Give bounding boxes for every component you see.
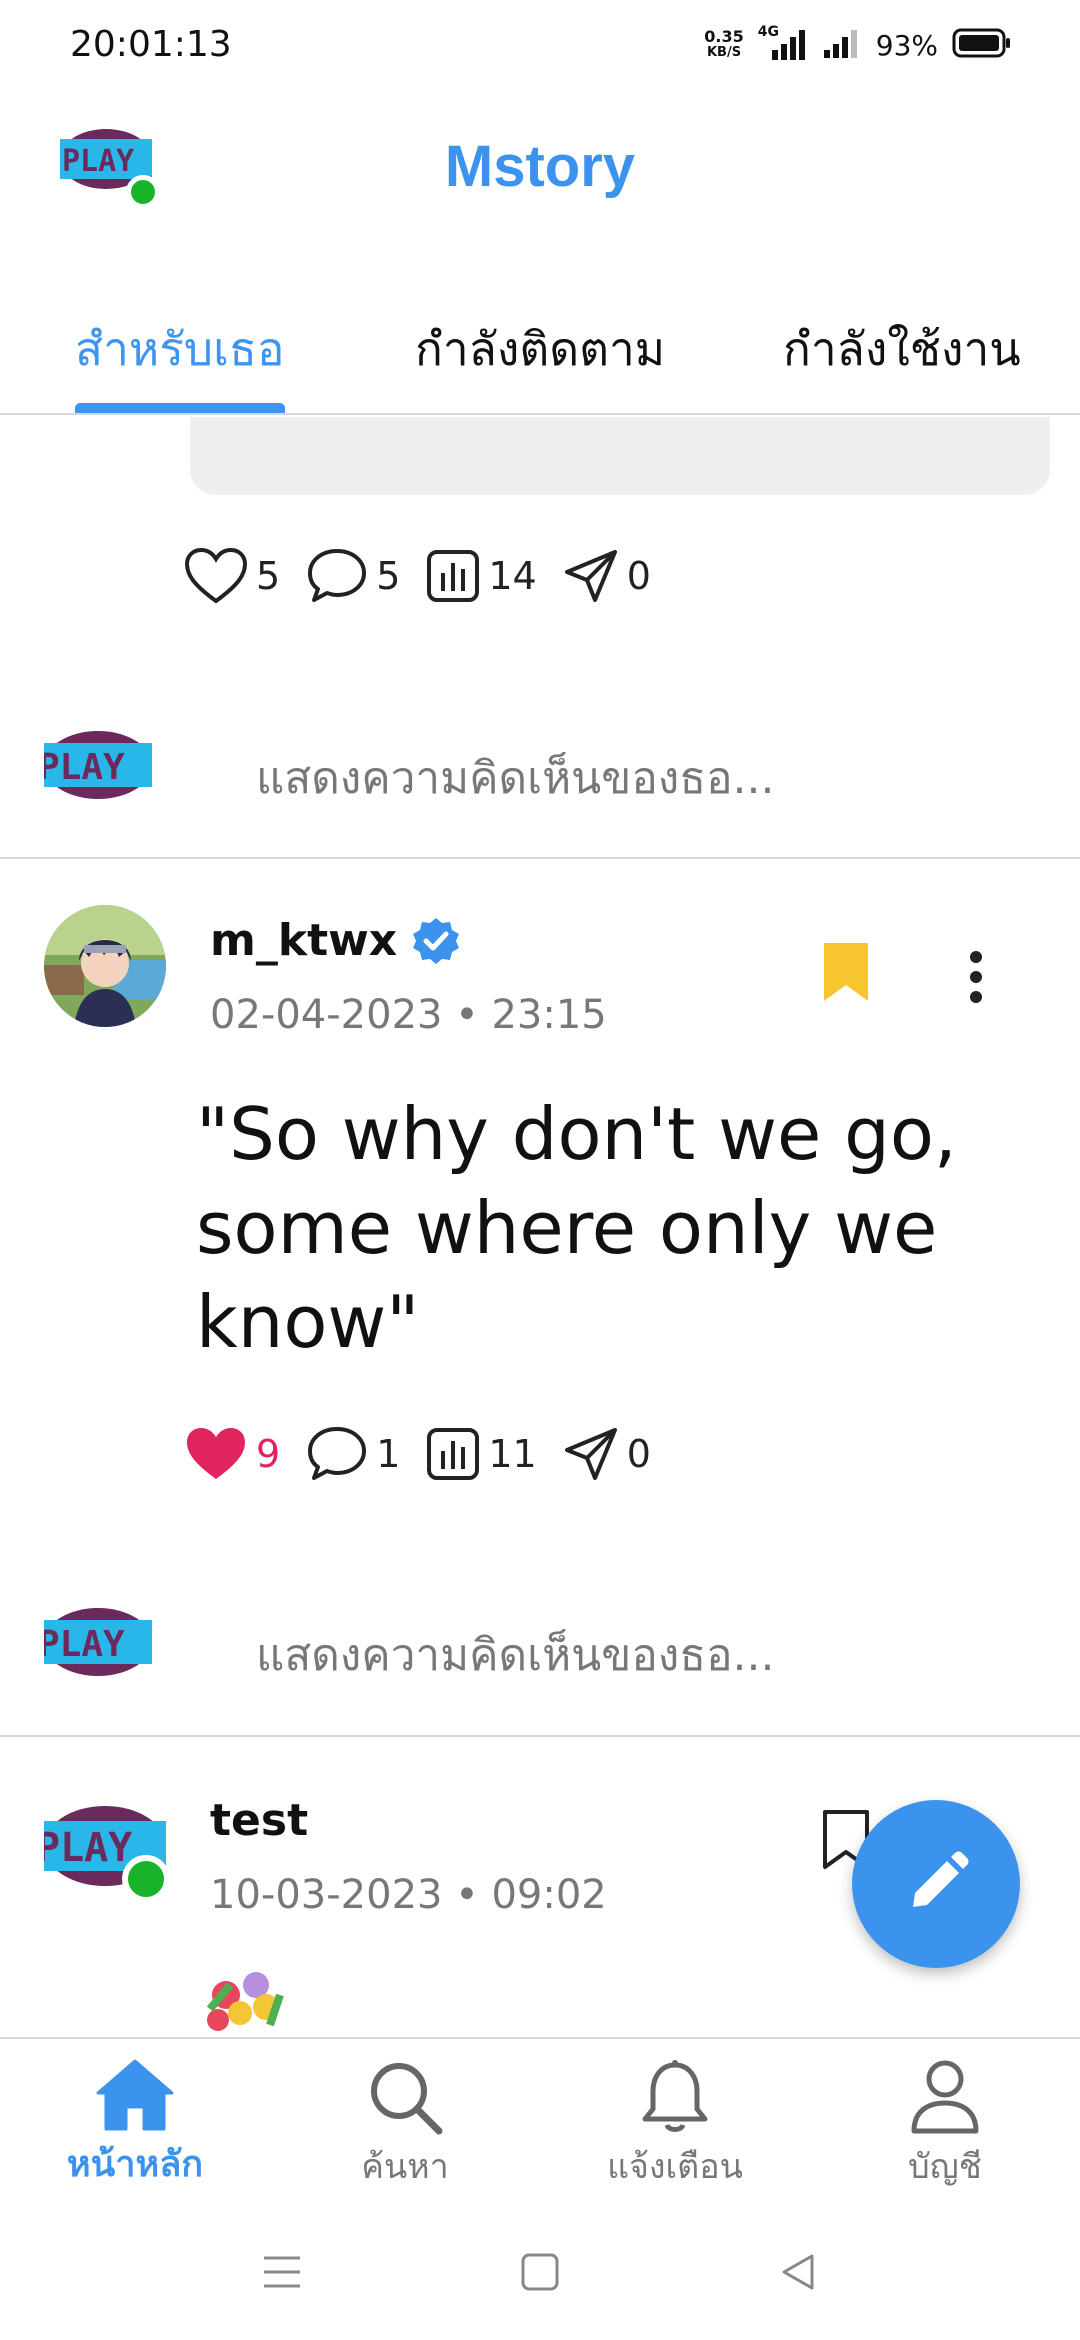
home-square-icon[interactable] xyxy=(520,2252,560,2292)
battery-icon xyxy=(952,27,1012,63)
views-chart-icon xyxy=(427,550,480,602)
bookmark-filled-icon[interactable] xyxy=(822,941,870,1003)
tab-active-indicator xyxy=(75,403,285,413)
verified-badge-icon xyxy=(413,917,460,964)
my-avatar: PLAY xyxy=(38,727,152,803)
nav-search-label: ค้นหา xyxy=(361,2147,449,2187)
user-avatar[interactable] xyxy=(44,905,166,1027)
comment-count: 5 xyxy=(376,554,401,598)
svg-text:PLAY: PLAY xyxy=(44,1825,132,1871)
comment-composer[interactable]: PLAY แสดงความคิดเห็นของธอ... xyxy=(0,1562,1080,1712)
search-icon xyxy=(371,2063,443,2135)
comment-button[interactable]: 1 xyxy=(306,1425,400,1483)
status-time: 20:01:13 xyxy=(70,24,232,65)
views-count: 14 xyxy=(488,554,537,598)
heart-icon xyxy=(184,547,248,604)
tab-for-you[interactable]: สำหรับเธอ xyxy=(75,313,285,386)
home-icon xyxy=(96,2059,174,2131)
heart-filled-icon xyxy=(187,1428,245,1479)
views-button[interactable]: 14 xyxy=(426,549,537,603)
anime-avatar-image xyxy=(44,905,166,1027)
post-username[interactable]: test xyxy=(210,1795,308,1846)
network-type: 4G xyxy=(757,24,779,40)
nav-account-label: บัญชี xyxy=(908,2147,982,2187)
send-icon xyxy=(564,550,617,602)
back-icon[interactable] xyxy=(778,2252,818,2292)
post-timestamp: 02-04-2023 • 23:15 xyxy=(210,992,607,1038)
nav-home-label: หน้าหลัก xyxy=(66,2144,204,2185)
like-button[interactable]: 9 xyxy=(184,1425,280,1483)
feed[interactable]: 5 5 14 0 PLAY แสดงความคิดเห็นของธอ... m_… xyxy=(0,417,1080,2037)
comment-count: 1 xyxy=(376,1432,401,1476)
system-navigation xyxy=(0,2222,1080,2340)
more-options-icon[interactable] xyxy=(968,949,984,1005)
tab-following[interactable]: กำลังติดตาม xyxy=(415,313,665,386)
comment-icon xyxy=(308,549,367,602)
share-count: 0 xyxy=(626,1432,651,1476)
tab-active[interactable]: กำลังใช้งาน xyxy=(783,313,1021,386)
play-logo-icon: PLAY xyxy=(38,1608,152,1676)
post-divider xyxy=(0,857,1080,859)
compose-post-button[interactable] xyxy=(852,1800,1020,1968)
views-chart-icon xyxy=(427,1428,480,1480)
nav-account[interactable]: บัญชี xyxy=(825,2059,1065,2193)
comment-icon xyxy=(308,1427,367,1480)
post-actions: 5 5 14 0 xyxy=(184,547,677,605)
battery-percent: 93% xyxy=(875,28,938,62)
status-bar: 20:01:13 0.35 KB/S 4G 93% xyxy=(0,0,1080,95)
comment-button[interactable]: 5 xyxy=(306,547,400,605)
post-header: m_ktwx 02-04-2023 • 23:15 xyxy=(0,897,1080,1038)
my-avatar: PLAY xyxy=(38,1604,152,1680)
share-count: 0 xyxy=(626,554,651,598)
svg-text:PLAY: PLAY xyxy=(44,747,125,788)
nav-notifications-label: แจ้งเตือน xyxy=(607,2147,743,2187)
like-button[interactable]: 5 xyxy=(184,547,280,605)
user-icon xyxy=(911,2060,979,2134)
share-button[interactable]: 0 xyxy=(563,548,651,604)
feed-tabs: สำหรับเธอ กำลังติดตาม กำลังใช้งาน xyxy=(0,295,1080,415)
nav-search[interactable]: ค้นหา xyxy=(285,2059,525,2193)
bouquet-emoji-icon xyxy=(206,1972,284,2031)
user-avatar[interactable]: PLAY xyxy=(36,1801,170,1903)
views-button[interactable]: 11 xyxy=(426,1427,537,1481)
nav-notifications[interactable]: แจ้งเตือน xyxy=(555,2059,795,2193)
like-count: 5 xyxy=(256,554,281,598)
signal-icon xyxy=(822,26,862,64)
like-count: 9 xyxy=(256,1432,281,1476)
app-header: PLAY Mstory xyxy=(0,95,1080,285)
network-speed-value: 0.35 xyxy=(704,27,744,46)
svg-text:PLAY: PLAY xyxy=(44,1624,125,1665)
menu-icon[interactable] xyxy=(262,2252,302,2292)
gear-emblem-image xyxy=(190,417,1050,495)
post-divider xyxy=(0,1735,1080,1737)
network-speed: 0.35 KB/S xyxy=(704,29,743,61)
comment-composer[interactable]: PLAY แสดงความคิดเห็นของธอ... xyxy=(0,685,1080,835)
username-text: m_ktwx xyxy=(210,915,398,966)
network-speed-unit: KB/S xyxy=(706,45,742,60)
app-title: Mstory xyxy=(444,134,636,199)
signal-4g-icon: 4G xyxy=(758,24,808,62)
post-text: "So why don't we go, some where only we … xyxy=(196,1092,957,1364)
post-username[interactable]: m_ktwx xyxy=(210,915,461,966)
status-icons: 0.35 KB/S 4G 93% xyxy=(704,24,1012,64)
username-text: test xyxy=(210,1795,309,1846)
online-status-dot xyxy=(122,1855,170,1903)
post-actions: 9 1 11 0 xyxy=(184,1425,677,1483)
post-timestamp: 10-03-2023 • 09:02 xyxy=(210,1872,607,1918)
views-count: 11 xyxy=(488,1432,537,1476)
send-icon xyxy=(564,1428,617,1480)
comment-placeholder[interactable]: แสดงความคิดเห็นของธอ... xyxy=(256,1620,774,1690)
share-button[interactable]: 0 xyxy=(563,1426,651,1482)
comment-placeholder[interactable]: แสดงความคิดเห็นของธอ... xyxy=(256,743,774,813)
play-logo-icon: PLAY xyxy=(38,731,152,799)
pencil-icon xyxy=(913,1851,969,1907)
nav-home[interactable]: หน้าหลัก xyxy=(15,2059,255,2192)
bottom-navigation: หน้าหลัก ค้นหา แจ้งเตือน บัญชี xyxy=(0,2037,1080,2222)
post-image[interactable] xyxy=(190,417,1050,495)
bell-icon xyxy=(642,2060,708,2132)
